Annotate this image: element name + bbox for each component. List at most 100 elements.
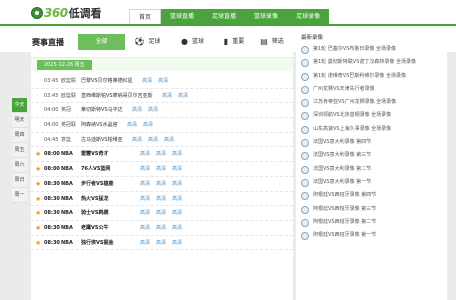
stream-link[interactable]: 高清 (172, 206, 182, 220)
replay-item[interactable]: 深圳领航VS北京首钢录像 全场录像 (301, 109, 444, 122)
site-logo[interactable]: 360 低调看 (31, 4, 102, 21)
tab-football[interactable]: ⚽ 足球 (125, 34, 170, 50)
stream-link[interactable]: 高清 (143, 118, 153, 132)
match-teams: 阿森纳VS水晶宫 (81, 122, 118, 129)
page: 360 低调看 首页 篮球直播 足球直播 篮球录像 足球录像 赛事直播 全部 ⚽… (0, 0, 456, 300)
replay-item[interactable]: 阿根廷VS西班牙录像 第二节 (301, 216, 444, 229)
replay-item[interactable]: 第1轮 曼彻斯特联VS诺丁汉森林录像 全场录像 (301, 56, 444, 69)
stream-link[interactable]: 高清 (156, 206, 166, 220)
star-icon[interactable]: ★ (35, 192, 41, 206)
stream-link[interactable]: 高清 (156, 192, 166, 206)
stream-link[interactable]: 高清 (148, 133, 158, 147)
match-league: 欧篮联 (61, 92, 77, 99)
stream-link[interactable]: 高清 (132, 133, 142, 147)
match-row[interactable]: · 03:45 欧篮联 巴黎VS贝尔格莱德红星 高清 高清 (31, 74, 293, 89)
stream-link[interactable]: 高清 (156, 147, 166, 161)
match-row[interactable]: ★ 08:30 NBA 骑士VS鹈鹕 高清 高清 高清 (31, 206, 293, 221)
replay-item[interactable]: 广州龙狮VS天津先行者录像 (301, 83, 444, 96)
replay-item[interactable]: 法国VS意大利录像 第三节 (301, 149, 444, 162)
stream-link[interactable]: 高清 (172, 221, 182, 235)
video-icon (301, 139, 309, 148)
match-row[interactable]: ★ 08:30 NBA 老鹰VS公牛 高清 高清 高清 (31, 221, 293, 236)
stream-link[interactable]: 高清 (178, 89, 188, 103)
side-date-item[interactable]: 周六 (12, 158, 27, 173)
nav-home[interactable]: 首页 (129, 9, 162, 24)
bullet-icon: · (36, 135, 38, 143)
tab-important[interactable]: ▮ 重要 (215, 34, 253, 50)
stream-link[interactable]: 高清 (140, 206, 150, 220)
stream-link[interactable]: 高清 (156, 221, 166, 235)
stream-link[interactable]: 高清 (140, 147, 150, 161)
replay-item[interactable]: 阿根廷VS西班牙录像 第三节 (301, 203, 444, 216)
match-row[interactable]: · 03:45 欧篮联 皇西维斯帕VS摩纳哥贝尔吉亚斯 高清 高清 (31, 89, 293, 104)
match-row[interactable]: ★ 08:30 NBA 独行侠VS掘金 高清 高清 高清 (31, 236, 293, 251)
recent-title: 最新录像 (301, 35, 324, 41)
match-time: 08:30 (44, 195, 60, 202)
side-date-item[interactable]: 周一 (12, 188, 27, 203)
side-date-item[interactable]: 今天 (12, 98, 27, 113)
stream-link[interactable]: 高清 (132, 103, 142, 117)
match-row[interactable]: ★ 08:00 NBA 76人VS篮网 高清 高清 高清 (31, 162, 293, 177)
nav-basketball-live[interactable]: 篮球直播 (161, 9, 204, 24)
stream-link[interactable]: 高清 (172, 162, 182, 176)
match-time: 03:45 (44, 92, 59, 99)
replay-item[interactable]: 第1轮 诺维奇VS巴斯利维尔录像 全场录像 (301, 70, 444, 83)
stream-link[interactable]: 高清 (164, 133, 174, 147)
replay-title: 第1轮 巴塞尔VS布鲁日录像 全场录像 (313, 46, 396, 52)
stream-link[interactable]: 高清 (142, 74, 152, 88)
side-date-item[interactable]: 明天 (12, 113, 27, 128)
replay-item[interactable]: 阿根廷VS西班牙录像 第一节 (301, 229, 444, 242)
stream-link[interactable]: 高清 (140, 221, 150, 235)
side-date-item[interactable]: 周四 (12, 128, 27, 143)
stream-link[interactable]: 高清 (172, 192, 182, 206)
stream-link[interactable]: 高清 (158, 74, 168, 88)
star-icon[interactable]: ★ (35, 206, 41, 220)
stream-link[interactable]: 高清 (156, 162, 166, 176)
match-row[interactable]: ★ 08:00 NBA 雷霆VS奇才 高清 高清 高清 (31, 147, 293, 163)
stream-link[interactable]: 高清 (156, 177, 166, 191)
replay-item[interactable]: 法国VS意大利录像 第一节 (301, 176, 444, 189)
match-row[interactable]: ★ 08:30 NBA 热火VS猛龙 高清 高清 高清 (31, 192, 293, 207)
replay-item[interactable]: 阿根廷VS西班牙录像 第四节 (301, 189, 444, 202)
stream-link[interactable]: 高清 (140, 236, 150, 250)
side-date-item[interactable]: 周日 (12, 173, 27, 188)
replay-item[interactable]: 法国VS意大利录像 第二节 (301, 163, 444, 176)
important-icon: ▮ (223, 37, 229, 46)
match-row[interactable]: ★ 08:30 NBA 步行者VS雄鹿 高清 高清 高清 (31, 177, 293, 192)
nav-football-live[interactable]: 足球直播 (203, 9, 246, 24)
replay-item[interactable]: 第1轮 巴塞尔VS布鲁日录像 全场录像 (301, 43, 444, 56)
tab-basketball[interactable]: ● 篮球 (170, 34, 215, 50)
star-icon[interactable]: ★ (35, 221, 41, 235)
live-panel: 赛事直播 全部 ⚽ 足球 ● 篮球 ▮ 重要 ▤ 筛选 2025-12-26 周… (31, 26, 293, 300)
nav-football-replay[interactable]: 足球录像 (287, 9, 330, 24)
stream-link[interactable]: 高清 (156, 236, 166, 250)
replay-item[interactable]: 山东高速VS上海久事录像 全场录像 (301, 123, 444, 136)
stream-link[interactable]: 高清 (148, 103, 158, 117)
star-icon[interactable]: ★ (35, 162, 41, 176)
match-time: 08:00 (44, 151, 60, 158)
stream-link[interactable]: 高清 (162, 89, 172, 103)
stream-link[interactable]: 高清 (172, 147, 182, 161)
side-date-item[interactable]: 周五 (12, 143, 27, 158)
video-icon (301, 99, 309, 108)
nav-basketball-replay[interactable]: 篮球录像 (245, 9, 288, 24)
replay-item[interactable]: 江苏肯帝亚VS广州龙狮录像 全场录像 (301, 96, 444, 109)
tab-filter[interactable]: ▤ 筛选 (253, 34, 291, 50)
stream-link[interactable]: 高清 (172, 236, 182, 250)
tab-all[interactable]: 全部 (78, 34, 125, 50)
match-league: 英冠联 (61, 122, 77, 129)
star-icon[interactable]: ★ (35, 236, 41, 250)
match-row[interactable]: · 04:00 英冠 莱切斯特VS马平达 高清 高清 (31, 103, 293, 119)
tab-important-label: 重要 (232, 38, 245, 45)
stream-link[interactable]: 高清 (140, 192, 150, 206)
match-row[interactable]: · 04:00 英冠联 阿森纳VS水晶宫 高清 高清 (31, 118, 293, 133)
replay-item[interactable]: 法国VS意大利录像 第四节 (301, 136, 444, 149)
match-row[interactable]: · 04:45 意篮 古马迪斯VS帕维亚 高清 高清 高清 (31, 133, 293, 148)
tab-football-label: 足球 (148, 38, 161, 45)
stream-link[interactable]: 高清 (140, 162, 150, 176)
stream-link[interactable]: 高清 (140, 177, 150, 191)
stream-link[interactable]: 高清 (172, 177, 182, 191)
star-icon[interactable]: ★ (35, 147, 41, 161)
stream-link[interactable]: 高清 (127, 118, 137, 132)
star-icon[interactable]: ★ (35, 177, 41, 191)
